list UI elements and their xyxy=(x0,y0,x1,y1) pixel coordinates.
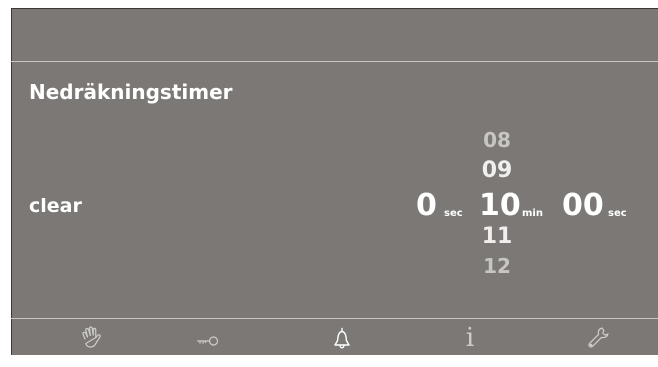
seconds-unit: sec xyxy=(608,208,627,219)
minutes-wheel-item[interactable]: 12 xyxy=(472,254,522,278)
seconds-value[interactable]: 00 xyxy=(562,188,604,223)
hand-icon[interactable] xyxy=(77,323,107,353)
minutes-unit: min xyxy=(522,208,543,219)
minutes-wheel-item[interactable]: 08 xyxy=(472,128,522,152)
info-glyph: i xyxy=(465,323,475,353)
seconds-left-value[interactable]: 0 xyxy=(416,188,437,223)
minutes-wheel-item[interactable]: 11 xyxy=(472,224,522,249)
clear-button[interactable]: clear xyxy=(29,195,82,217)
minutes-value[interactable]: 10 xyxy=(479,188,521,223)
page-title: Nedräkningstimer xyxy=(29,80,233,104)
bell-icon[interactable] xyxy=(327,323,357,353)
minutes-wheel-item[interactable]: 09 xyxy=(472,158,522,183)
key-icon[interactable] xyxy=(193,323,223,353)
top-divider xyxy=(11,61,658,62)
wrench-icon[interactable] xyxy=(583,323,613,353)
seconds-left-unit: sec xyxy=(444,208,463,219)
timer-screen: Nedräkningstimer clear 0 sec 08 09 10 mi… xyxy=(11,8,658,355)
bottom-divider xyxy=(11,318,658,319)
info-icon[interactable]: i xyxy=(455,323,485,353)
